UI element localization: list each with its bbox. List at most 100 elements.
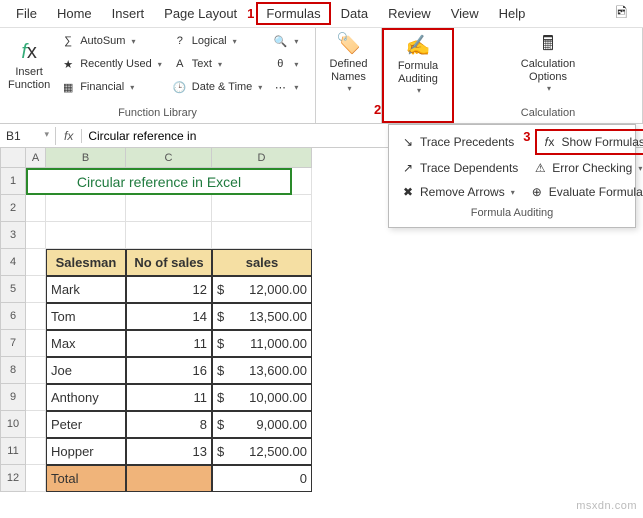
- formula-auditing-button[interactable]: ✍️ Formula Auditing: [388, 32, 448, 98]
- cell-total-value[interactable]: 0: [212, 465, 312, 492]
- cell-name[interactable]: Joe: [46, 357, 126, 384]
- group-calculation: Calculation: [458, 105, 638, 121]
- cell[interactable]: [26, 303, 46, 330]
- cell-sales[interactable]: $10,000.00: [212, 384, 312, 411]
- financial-button[interactable]: ▦Financial: [56, 76, 166, 98]
- remove-arrows-button[interactable]: ✖Remove Arrows: [395, 181, 520, 203]
- cell-name[interactable]: Tom: [46, 303, 126, 330]
- row-header[interactable]: 7: [0, 330, 26, 357]
- cell-sales[interactable]: $12,500.00: [212, 438, 312, 465]
- row-header[interactable]: 4: [0, 249, 26, 276]
- cell-count[interactable]: 16: [126, 357, 212, 384]
- col-header-d[interactable]: D: [212, 148, 312, 168]
- cell[interactable]: [26, 438, 46, 465]
- cell-count[interactable]: 14: [126, 303, 212, 330]
- table-header-sales[interactable]: sales: [212, 249, 312, 276]
- lookup-button[interactable]: 🔍: [268, 30, 302, 52]
- cell-count[interactable]: 13: [126, 438, 212, 465]
- cell[interactable]: [26, 411, 46, 438]
- insert-function-button[interactable]: fx Insert Function: [4, 30, 54, 102]
- name-box[interactable]: B1▾: [0, 127, 56, 145]
- menu-file[interactable]: File: [6, 2, 47, 25]
- table-header-salesman[interactable]: Salesman: [46, 249, 126, 276]
- menu-home[interactable]: Home: [47, 2, 102, 25]
- fx-icon: fx: [21, 40, 37, 64]
- menu-help[interactable]: Help: [489, 2, 536, 25]
- cell-total-blank[interactable]: [126, 465, 212, 492]
- row-header[interactable]: 2: [0, 195, 26, 222]
- col-header-c[interactable]: C: [126, 148, 212, 168]
- evaluate-formula-button[interactable]: ⊕Evaluate Formula: [524, 181, 643, 203]
- cell[interactable]: [212, 222, 312, 249]
- cell-count[interactable]: 8: [126, 411, 212, 438]
- annotation-3: 3: [523, 129, 530, 155]
- more-functions-button[interactable]: ⋯: [268, 76, 302, 98]
- title-cell[interactable]: Circular reference in Excel: [26, 168, 292, 195]
- row-header[interactable]: 1: [0, 168, 26, 195]
- cell-sales[interactable]: $12,000.00: [212, 276, 312, 303]
- table-header-nsales[interactable]: No of sales: [126, 249, 212, 276]
- cell[interactable]: [26, 465, 46, 492]
- cell-total-label[interactable]: Total: [46, 465, 126, 492]
- cell[interactable]: [26, 384, 46, 411]
- cell[interactable]: [212, 195, 312, 222]
- cell[interactable]: [46, 195, 126, 222]
- cell-count[interactable]: 12: [126, 276, 212, 303]
- col-header-b[interactable]: B: [46, 148, 126, 168]
- recently-used-button[interactable]: ★Recently Used: [56, 53, 166, 75]
- fx-button[interactable]: fx: [56, 129, 82, 143]
- math-button[interactable]: θ: [268, 53, 302, 75]
- cell-name[interactable]: Peter: [46, 411, 126, 438]
- row-header[interactable]: 6: [0, 303, 26, 330]
- cell-count[interactable]: 11: [126, 330, 212, 357]
- sigma-icon: ∑: [60, 33, 76, 49]
- menu-formulas[interactable]: Formulas: [256, 2, 330, 25]
- col-header-a[interactable]: A: [26, 148, 46, 168]
- row-header[interactable]: 11: [0, 438, 26, 465]
- trace-dependents-button[interactable]: ↗Trace Dependents: [395, 157, 523, 179]
- row-header[interactable]: 8: [0, 357, 26, 384]
- cell-name[interactable]: Mark: [46, 276, 126, 303]
- row-header[interactable]: 12: [0, 465, 26, 492]
- row-header[interactable]: 10: [0, 411, 26, 438]
- show-formulas-button[interactable]: 𝑓xShow Formulas: [535, 129, 643, 155]
- logical-button[interactable]: ?Logical: [168, 30, 267, 52]
- cell[interactable]: [26, 222, 46, 249]
- cell-sales[interactable]: $9,000.00: [212, 411, 312, 438]
- calculation-options-button[interactable]: 🖩 Calculation Options: [458, 30, 638, 96]
- cell-name[interactable]: Hopper: [46, 438, 126, 465]
- formula-auditing-icon: ✍️: [406, 34, 431, 58]
- cell[interactable]: [126, 222, 212, 249]
- cell-name[interactable]: Anthony: [46, 384, 126, 411]
- share-icon[interactable]: 🖻: [606, 0, 637, 30]
- row-header[interactable]: 9: [0, 384, 26, 411]
- autosum-button[interactable]: ∑AutoSum: [56, 30, 166, 52]
- trace-precedents-button[interactable]: ↘Trace Precedents: [395, 129, 519, 155]
- defined-names-button[interactable]: 🏷️ Defined Names: [320, 30, 377, 96]
- error-checking-button[interactable]: ⚠Error Checking: [527, 157, 643, 179]
- menu-data[interactable]: Data: [331, 2, 378, 25]
- cell[interactable]: [26, 357, 46, 384]
- cell[interactable]: [26, 330, 46, 357]
- cell-sales[interactable]: $13,600.00: [212, 357, 312, 384]
- cell-sales[interactable]: $11,000.00: [212, 330, 312, 357]
- menu-insert[interactable]: Insert: [102, 2, 155, 25]
- menu-pagelayout[interactable]: Page Layout: [154, 2, 247, 25]
- evaluate-formula-icon: ⊕: [529, 184, 545, 200]
- row-header[interactable]: 3: [0, 222, 26, 249]
- cell[interactable]: [26, 276, 46, 303]
- cell-sales[interactable]: $13,500.00: [212, 303, 312, 330]
- text-button[interactable]: AText: [168, 53, 267, 75]
- text-icon: A: [172, 56, 188, 72]
- row-header[interactable]: 5: [0, 276, 26, 303]
- cell[interactable]: [46, 222, 126, 249]
- select-all-corner[interactable]: [0, 148, 26, 168]
- menu-review[interactable]: Review: [378, 2, 441, 25]
- cell-count[interactable]: 11: [126, 384, 212, 411]
- cell[interactable]: [26, 195, 46, 222]
- menu-view[interactable]: View: [441, 2, 489, 25]
- datetime-button[interactable]: 🕒Date & Time: [168, 76, 267, 98]
- cell[interactable]: [126, 195, 212, 222]
- cell-name[interactable]: Max: [46, 330, 126, 357]
- cell[interactable]: [26, 249, 46, 276]
